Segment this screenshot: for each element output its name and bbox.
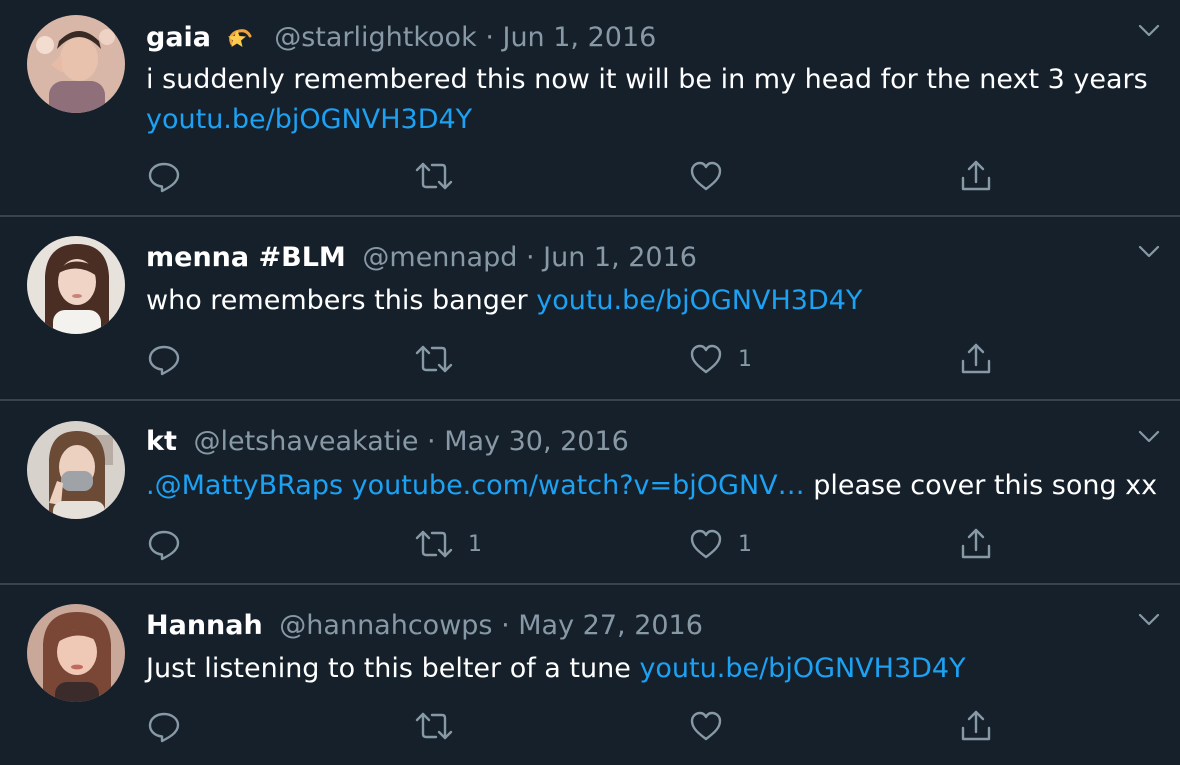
like-count: 1 xyxy=(738,531,752,557)
dizzy-star-icon xyxy=(226,22,256,50)
tweet-text-prefix: . xyxy=(146,470,155,501)
tweet-header: gaia @starlightkook · Jun 1, 2016 xyxy=(146,21,656,55)
reply-icon xyxy=(148,345,180,376)
tweet-text-plain: Just listening to this belter of a tune xyxy=(146,653,640,684)
separator-dot: · xyxy=(485,22,503,53)
tweet-card[interactable]: menna #BLM @mennapd · Jun 1, 2016 who re… xyxy=(0,217,1180,401)
separator-dot: · xyxy=(525,242,544,273)
chevron-down-icon[interactable] xyxy=(1136,606,1162,632)
retweet-button[interactable] xyxy=(414,341,468,377)
heart-icon xyxy=(690,344,722,374)
tweet-text-plain: please cover this song xx xyxy=(804,470,1158,501)
retweet-icon xyxy=(415,712,453,740)
chevron-down-icon[interactable] xyxy=(1136,423,1162,449)
reply-icon xyxy=(148,530,180,561)
reply-button[interactable] xyxy=(146,158,182,194)
retweet-button[interactable] xyxy=(414,158,468,194)
display-name[interactable]: menna #BLM xyxy=(146,242,346,273)
share-button[interactable] xyxy=(958,341,994,377)
like-button[interactable] xyxy=(688,158,738,194)
display-name[interactable]: gaia xyxy=(146,22,211,53)
mention-link[interactable]: @MattyBRaps xyxy=(155,470,343,501)
reply-button[interactable] xyxy=(146,341,182,377)
tweet-text-plain: who remembers this banger xyxy=(146,285,537,316)
tweet-card[interactable]: gaia @starlightkook · Jun 1, 2016 i sudd… xyxy=(0,0,1180,217)
tweet-date[interactable]: Jun 1, 2016 xyxy=(543,242,697,273)
reply-button[interactable] xyxy=(146,708,182,744)
share-button[interactable] xyxy=(958,708,994,744)
tweet-date[interactable]: May 30, 2016 xyxy=(444,426,629,457)
tweet-text: i suddenly remembered this now it will b… xyxy=(146,60,1148,140)
handle[interactable]: @starlightkook xyxy=(274,22,477,53)
heart-icon xyxy=(690,161,722,191)
display-name[interactable]: Hannah xyxy=(146,610,263,641)
avatar[interactable] xyxy=(27,604,125,702)
heart-icon xyxy=(690,529,722,559)
chevron-down-icon[interactable] xyxy=(1136,238,1162,264)
share-icon xyxy=(961,710,991,741)
tweet-link[interactable]: youtu.be/bjOGNVH3D4Y xyxy=(536,285,862,316)
retweet-button[interactable] xyxy=(414,708,468,744)
tweet-text: who remembers this banger youtu.be/bjOGN… xyxy=(146,281,862,321)
like-count: 1 xyxy=(738,346,752,372)
heart-icon xyxy=(690,711,722,741)
share-icon xyxy=(961,160,991,191)
handle[interactable]: @letshaveakatie xyxy=(193,426,418,457)
share-button[interactable] xyxy=(958,158,994,194)
handle[interactable]: @hannahcowps xyxy=(279,610,492,641)
avatar[interactable] xyxy=(27,236,125,334)
reply-icon xyxy=(148,712,180,743)
tweet-text: .@MattyBRaps youtube.com/watch?v=bjOGNV…… xyxy=(146,466,1157,506)
separator-dot: · xyxy=(427,426,445,457)
retweet-count: 1 xyxy=(468,531,482,557)
like-button[interactable]: 1 xyxy=(688,526,752,562)
retweet-icon xyxy=(415,530,453,558)
tweet-date[interactable]: May 27, 2016 xyxy=(518,610,703,641)
tweet-header: menna #BLM @mennapd · Jun 1, 2016 xyxy=(146,241,697,275)
chevron-down-icon[interactable] xyxy=(1136,17,1162,43)
display-name[interactable]: kt xyxy=(146,426,177,457)
avatar[interactable] xyxy=(27,15,125,113)
reply-button[interactable] xyxy=(146,526,182,562)
handle[interactable]: @mennapd xyxy=(362,242,517,273)
like-button[interactable]: 1 xyxy=(688,341,752,377)
tweet-feed: gaia @starlightkook · Jun 1, 2016 i sudd… xyxy=(0,0,1180,765)
retweet-button[interactable]: 1 xyxy=(414,526,482,562)
avatar[interactable] xyxy=(27,421,125,519)
tweet-header: kt @letshaveakatie · May 30, 2016 xyxy=(146,425,629,459)
like-button[interactable] xyxy=(688,708,738,744)
share-icon xyxy=(961,528,991,559)
tweet-link[interactable]: youtu.be/bjOGNVH3D4Y xyxy=(639,653,965,684)
tweet-date[interactable]: Jun 1, 2016 xyxy=(502,22,656,53)
separator-dot: · xyxy=(501,610,519,641)
tweet-card[interactable]: Hannah @hannahcowps · May 27, 2016 Just … xyxy=(0,585,1180,765)
tweet-link[interactable]: youtu.be/bjOGNVH3D4Y xyxy=(146,104,472,135)
share-icon xyxy=(961,343,991,374)
tweet-card[interactable]: kt @letshaveakatie · May 30, 2016 .@Matt… xyxy=(0,401,1180,585)
retweet-icon xyxy=(415,162,453,190)
tweet-link[interactable]: youtube.com/watch?v=bjOGNV… xyxy=(352,470,805,501)
share-button[interactable] xyxy=(958,526,994,562)
tweet-text: Just listening to this belter of a tune … xyxy=(146,649,966,689)
tweet-header: Hannah @hannahcowps · May 27, 2016 xyxy=(146,609,703,643)
retweet-icon xyxy=(415,345,453,373)
tweet-text-line: i suddenly remembered this now it will b… xyxy=(146,64,1148,95)
reply-icon xyxy=(148,162,180,193)
